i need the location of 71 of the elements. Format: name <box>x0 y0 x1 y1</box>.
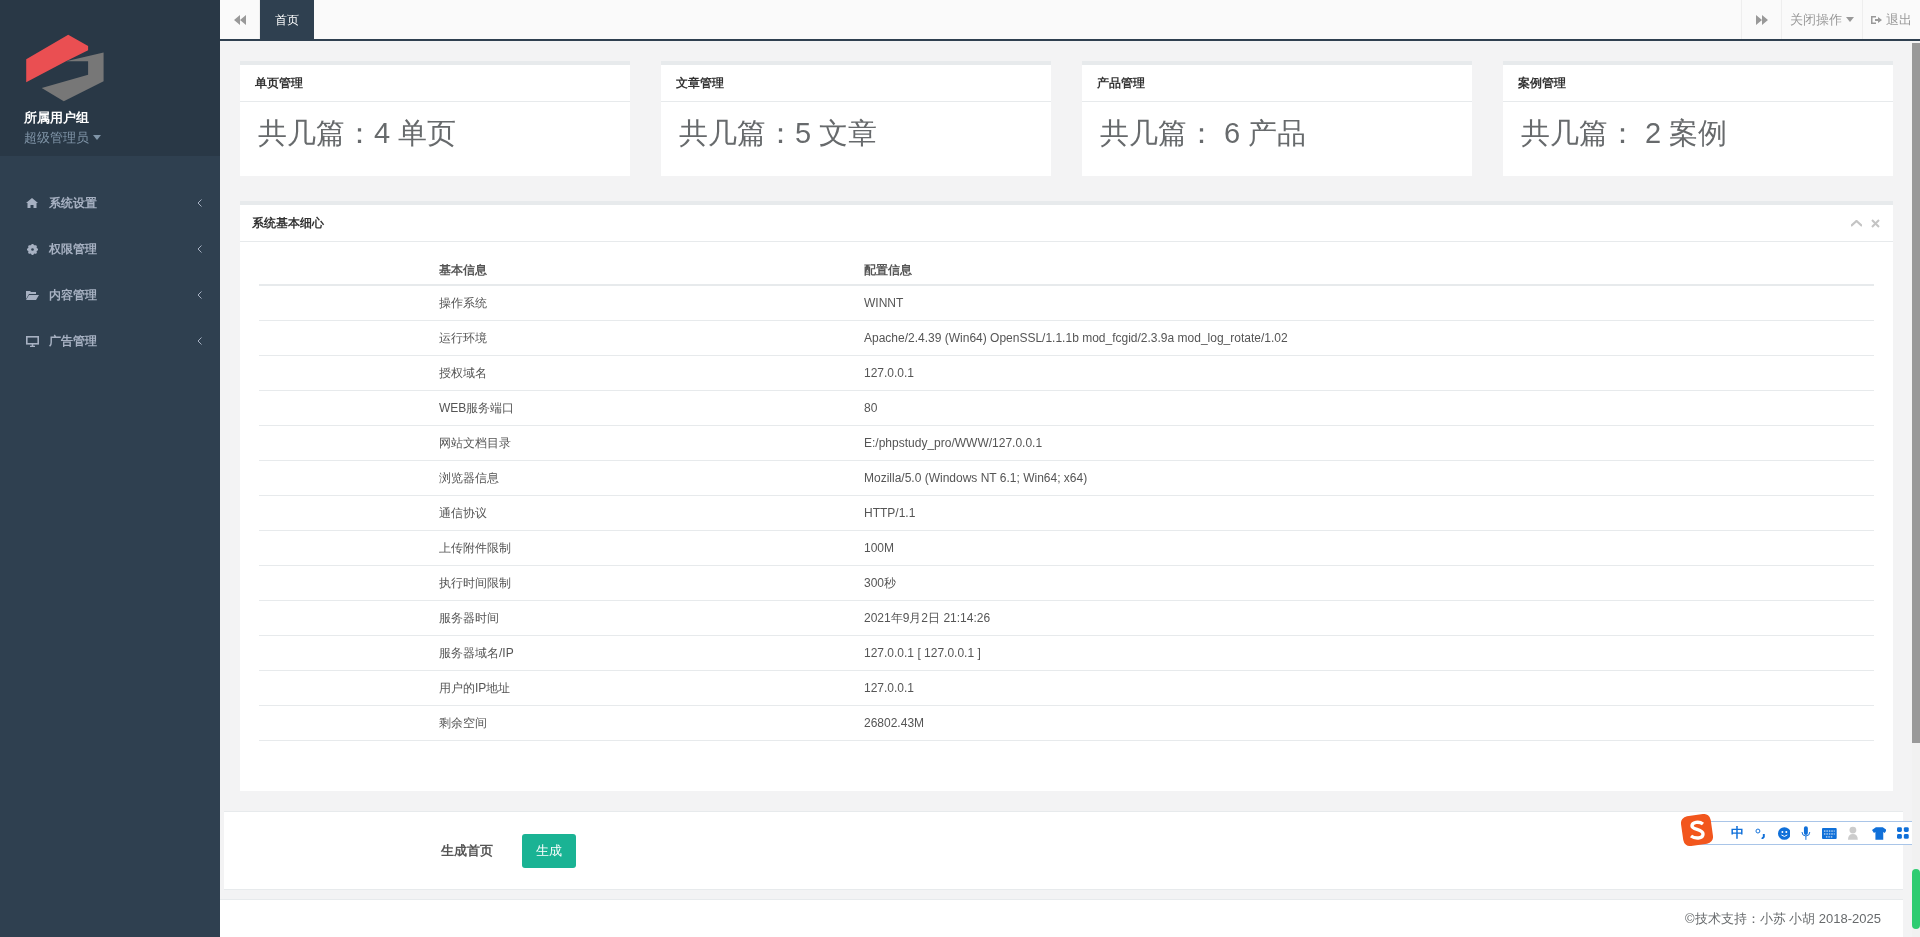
input-mode-label[interactable]: 中 <box>1731 823 1744 843</box>
table-cell: E:/phpstudy_pro/WWW/127.0.0.1 <box>864 425 1874 460</box>
sidebar-menu-item[interactable]: 内容管理 <box>0 272 220 318</box>
card-value: 共几篇：5 文章 <box>678 116 879 151</box>
keyboard-icon[interactable] <box>1822 827 1837 839</box>
logout-icon <box>1871 14 1882 25</box>
card-title: 案例管理 <box>1503 65 1893 102</box>
caret-icon <box>1846 17 1854 22</box>
table-cell: 127.0.0.1 <box>864 670 1874 705</box>
card-value: 共几篇： 6 产品 <box>1099 116 1308 151</box>
logout-button[interactable]: 退出 <box>1862 0 1920 39</box>
table-cell: 授权域名 <box>439 355 864 390</box>
table-cell: 300秒 <box>864 565 1874 600</box>
table-cell: 网站文档目录 <box>439 425 864 460</box>
column-header: 配置信息 <box>864 256 1874 285</box>
table-cell: 127.0.0.1 <box>864 355 1874 390</box>
table-cell: WEB服务端口 <box>439 390 864 425</box>
table-cell: Mozilla/5.0 (Windows NT 6.1; Win64; x64) <box>864 460 1874 495</box>
table-cell: 80 <box>864 390 1874 425</box>
table-cell: 通信协议 <box>439 495 864 530</box>
microphone-icon[interactable] <box>1801 826 1812 840</box>
folder-icon <box>25 290 39 300</box>
gear-icon <box>26 243 38 255</box>
shirt-icon[interactable] <box>1871 826 1887 840</box>
home-icon <box>26 198 38 208</box>
punctuation-icon[interactable] <box>1755 827 1767 839</box>
sidebar-menu-item[interactable]: 广告管理 <box>0 318 220 364</box>
card-title: 产品管理 <box>1082 65 1472 102</box>
close-icon <box>1871 218 1880 228</box>
table-cell: WINNT <box>864 285 1874 320</box>
table-cell: 用户的IP地址 <box>439 670 864 705</box>
panel-title: 系统基本细心 <box>252 215 324 232</box>
table-cell: HTTP/1.1 <box>864 495 1874 530</box>
chevron-left-icon <box>197 337 202 345</box>
table-cell: 26802.43M <box>864 705 1874 740</box>
table-cell: 执行时间限制 <box>439 565 864 600</box>
chevron-up-icon <box>1851 219 1862 227</box>
table-cell: 服务器域名/IP <box>439 635 864 670</box>
table-cell: Apache/2.4.39 (Win64) OpenSSL/1.1.1b mod_fcgid/2.3.9a mod_log_rotate/1.02 <box>864 320 1874 355</box>
double-left-icon <box>233 14 246 25</box>
card-title: 单页管理 <box>240 65 630 102</box>
role-dropdown[interactable]: 超级管理员 <box>24 127 101 147</box>
table-cell: 2021年9月2日 21:14:26 <box>864 600 1874 635</box>
monitor-icon <box>25 335 39 347</box>
table-cell: 运行环境 <box>439 320 864 355</box>
smiley-icon[interactable] <box>1777 826 1791 840</box>
card-title: 文章管理 <box>661 65 1051 102</box>
table-cell: 服务器时间 <box>439 600 864 635</box>
user-group-label: 所属用户组 <box>24 109 90 127</box>
generate-label: 生成首页 <box>441 841 493 860</box>
chevron-left-icon <box>197 199 202 207</box>
table-cell: 操作系统 <box>439 285 864 320</box>
card-value: 共几篇：4 单页 <box>257 116 458 151</box>
page-tab[interactable]: 首页 <box>260 0 314 39</box>
column-header: 基本信息 <box>439 256 864 285</box>
chevron-left-icon <box>197 245 202 253</box>
caret-icon <box>93 134 101 140</box>
table-cell: 127.0.0.1 [ 127.0.0.1 ] <box>864 635 1874 670</box>
card-value: 共几篇： 2 案例 <box>1520 116 1729 151</box>
sidebar-menu-item[interactable]: 系统设置 <box>0 180 220 226</box>
double-right-icon <box>1755 14 1768 25</box>
sidebar-menu-item[interactable]: 权限管理 <box>0 226 220 272</box>
close-menu-dropdown[interactable]: 关闭操作 <box>1781 0 1862 39</box>
grid-icon[interactable] <box>1897 827 1910 839</box>
table-cell: 剩余空间 <box>439 705 864 740</box>
table-cell: 100M <box>864 530 1874 565</box>
table-cell: 浏览器信息 <box>439 460 864 495</box>
chevron-left-icon <box>197 291 202 299</box>
generate-button[interactable]: 生成 <box>522 833 576 868</box>
table-cell: 上传附件限制 <box>439 530 864 565</box>
copyright-text: ©技术支持：小苏 小胡 2018-2025 <box>1685 909 1881 928</box>
